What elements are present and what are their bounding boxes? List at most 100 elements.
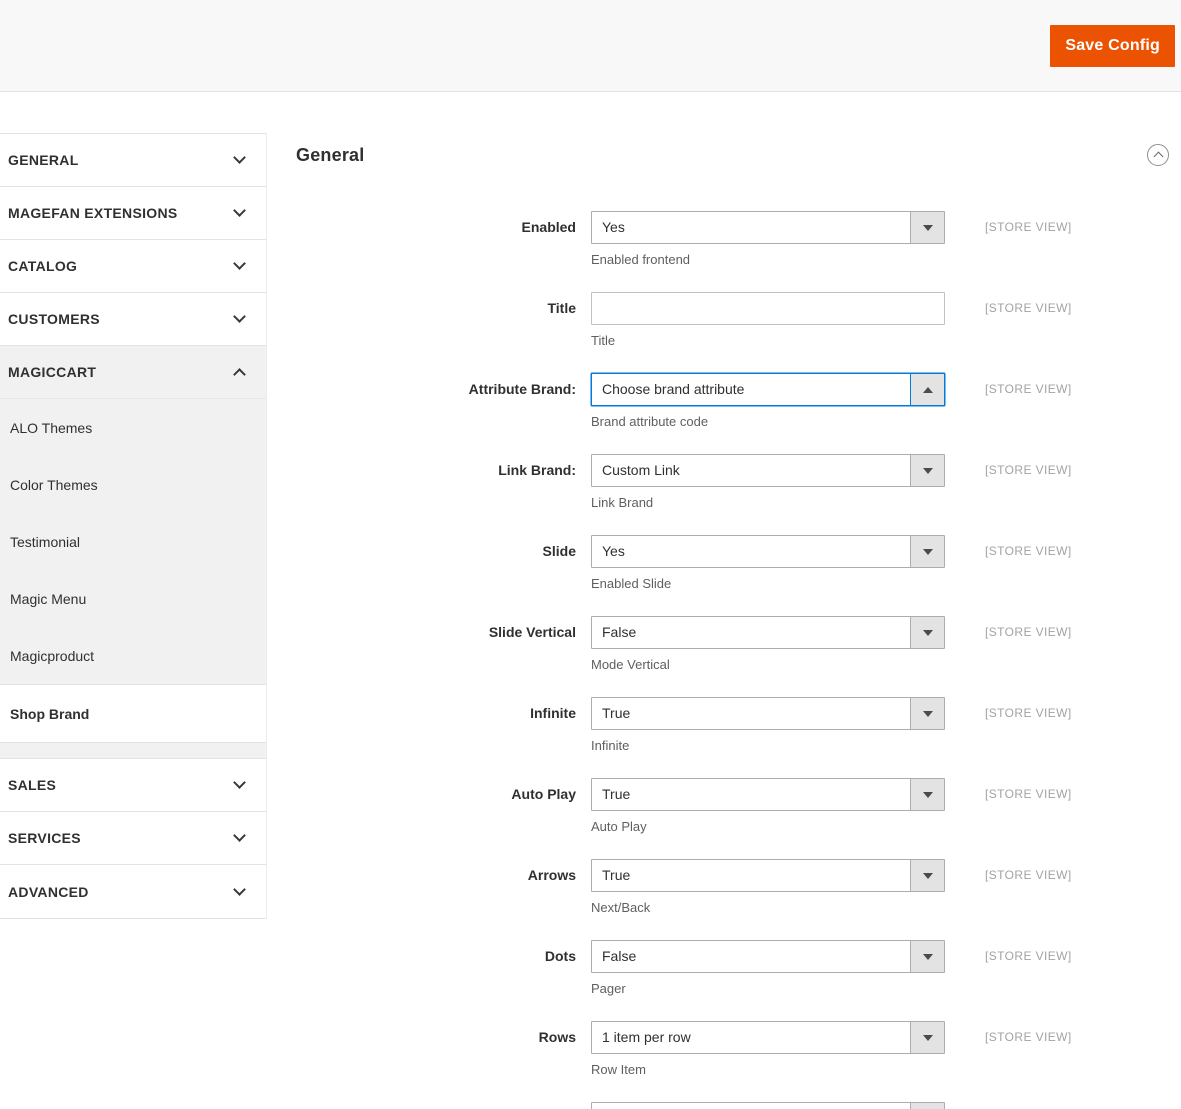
select-value: Custom Link <box>602 462 680 478</box>
sidebar-item-advanced[interactable]: ADVANCED <box>0 865 266 918</box>
dropdown-arrow-icon <box>910 1022 944 1053</box>
field-label: Link Brand: <box>498 462 576 478</box>
field-label: Rows <box>538 1029 576 1045</box>
attribute-brand-select[interactable]: Choose brand attribute <box>591 373 945 406</box>
sidebar-subitem-label: Magicproduct <box>10 647 95 664</box>
sidebar-item-magefan-extensions[interactable]: MAGEFAN EXTENSIONS <box>0 187 266 240</box>
sidebar-subitem-magicproduct[interactable]: Magicproduct <box>0 627 266 684</box>
field-row-auto-play: Auto Play True Auto Play [STORE VIEW] <box>296 778 1181 836</box>
field-label: Arrows <box>527 867 576 883</box>
chevron-down-icon <box>233 204 246 217</box>
scope-label: [STORE VIEW] <box>985 868 1072 882</box>
dropdown-arrow-icon <box>910 1103 944 1109</box>
sidebar-item-label: MAGEFAN EXTENSIONS <box>8 205 178 221</box>
magiccart-subgroup: ALO Themes Color Themes Testimonial Magi… <box>0 399 266 759</box>
sidebar-item-sales[interactable]: SALES <box>0 759 266 812</box>
collapse-section-icon[interactable] <box>1147 144 1169 166</box>
settings-form: Enabled Yes Enabled frontend [STORE VIEW… <box>296 211 1181 1109</box>
select-value: True <box>602 786 631 802</box>
select-value: 1 item per row <box>602 1029 691 1045</box>
slide-vertical-select[interactable]: False <box>591 616 945 649</box>
field-note: Enabled frontend <box>591 252 691 267</box>
dropdown-arrow-icon <box>910 941 944 972</box>
sidebar-subitem-shop-brand[interactable]: Shop Brand <box>0 684 266 743</box>
chevron-up-icon <box>1153 151 1163 162</box>
select-value: True <box>602 705 631 721</box>
field-label: Enabled <box>521 219 576 235</box>
field-row-slide-vertical: Slide Vertical False Mode Vertical [STOR… <box>296 616 1181 674</box>
sidebar-item-catalog[interactable]: CATALOG <box>0 240 266 293</box>
enabled-select[interactable]: Yes <box>591 211 945 244</box>
scope-label: [STORE VIEW] <box>985 949 1072 963</box>
sidebar-item-label: CATALOG <box>8 258 78 274</box>
sidebar-item-label: SALES <box>8 777 57 793</box>
field-note: Infinite <box>591 738 630 753</box>
sidebar-subitem-testimonial[interactable]: Testimonial <box>0 513 266 570</box>
field-row-infinite: Infinite True Infinite [STORE VIEW] <box>296 697 1181 755</box>
dropdown-arrow-icon <box>910 779 944 810</box>
dropdown-arrow-icon <box>910 617 944 648</box>
save-config-button[interactable]: Save Config <box>1050 24 1175 67</box>
sidebar-subitem-magic-menu[interactable]: Magic Menu <box>0 570 266 627</box>
slide-select[interactable]: Yes <box>591 535 945 568</box>
settings-panel: General Enabled Yes Enabled frontend [ST… <box>267 92 1181 1109</box>
sidebar-item-services[interactable]: SERVICES <box>0 812 266 865</box>
sidebar-subitem-label: ALO Themes <box>10 419 93 436</box>
field-row-dots: Dots False Pager [STORE VIEW] <box>296 940 1181 998</box>
scope-label: [STORE VIEW] <box>985 301 1072 315</box>
sidebar-item-magiccart[interactable]: MAGICCART <box>0 346 266 399</box>
field-label: Slide Vertical <box>488 624 576 640</box>
field-label: Title <box>547 300 576 316</box>
select-value: Choose brand attribute <box>602 381 745 397</box>
scope-label: [STORE VIEW] <box>985 463 1072 477</box>
sidebar-item-label: GENERAL <box>8 152 79 168</box>
field-note: Mode Vertical <box>591 657 670 672</box>
field-note: Link Brand <box>591 495 654 510</box>
chevron-down-icon <box>233 829 246 842</box>
chevron-down-icon <box>233 151 246 164</box>
select-value: Yes <box>602 543 625 559</box>
sidebar-item-general[interactable]: GENERAL <box>0 134 266 187</box>
sidebar-item-label: MAGICCART <box>8 364 97 380</box>
field-note: Row Item <box>591 1062 646 1077</box>
partial-next-field[interactable] <box>591 1102 945 1109</box>
title-input[interactable] <box>591 292 945 325</box>
chevron-down-icon <box>233 310 246 323</box>
field-note: Next/Back <box>591 900 651 915</box>
sidebar-item-label: CUSTOMERS <box>8 311 100 327</box>
scope-label: [STORE VIEW] <box>985 382 1072 396</box>
scope-label: [STORE VIEW] <box>985 625 1072 639</box>
subgroup-tail <box>0 743 266 759</box>
dropdown-arrow-icon <box>910 212 944 243</box>
chevron-up-icon <box>233 368 246 381</box>
rows-select[interactable]: 1 item per row <box>591 1021 945 1054</box>
sidebar-item-customers[interactable]: CUSTOMERS <box>0 293 266 346</box>
field-label: Infinite <box>530 705 576 721</box>
field-row-enabled: Enabled Yes Enabled frontend [STORE VIEW… <box>296 211 1181 269</box>
scope-label: [STORE VIEW] <box>985 544 1072 558</box>
field-note: Brand attribute code <box>591 414 709 429</box>
field-note: Title <box>591 333 616 348</box>
field-note: Enabled Slide <box>591 576 672 591</box>
field-label: Attribute Brand: <box>468 381 576 397</box>
dots-select[interactable]: False <box>591 940 945 973</box>
sidebar-subitem-label: Color Themes <box>10 476 98 493</box>
chevron-down-icon <box>233 882 246 896</box>
field-row-link-brand: Link Brand: Custom Link Link Brand [STOR… <box>296 454 1181 512</box>
arrows-select[interactable]: True <box>591 859 945 892</box>
field-row-rows: Rows 1 item per row Row Item [STORE VIEW… <box>296 1021 1181 1079</box>
sidebar-subitem-color-themes[interactable]: Color Themes <box>0 456 266 513</box>
field-note: Pager <box>591 981 626 996</box>
link-brand-select[interactable]: Custom Link <box>591 454 945 487</box>
field-label <box>296 1102 576 1109</box>
dropdown-arrow-icon <box>910 536 944 567</box>
field-label: Auto Play <box>511 786 576 802</box>
config-nav: GENERAL MAGEFAN EXTENSIONS CATALOG CUSTO… <box>0 133 267 919</box>
config-sidebar: GENERAL MAGEFAN EXTENSIONS CATALOG CUSTO… <box>0 133 267 919</box>
auto-play-select[interactable]: True <box>591 778 945 811</box>
field-note: Auto Play <box>591 819 647 834</box>
scope-label: [STORE VIEW] <box>985 1030 1072 1044</box>
dropdown-arrow-icon <box>910 455 944 486</box>
infinite-select[interactable]: True <box>591 697 945 730</box>
sidebar-subitem-alo-themes[interactable]: ALO Themes <box>0 399 266 456</box>
